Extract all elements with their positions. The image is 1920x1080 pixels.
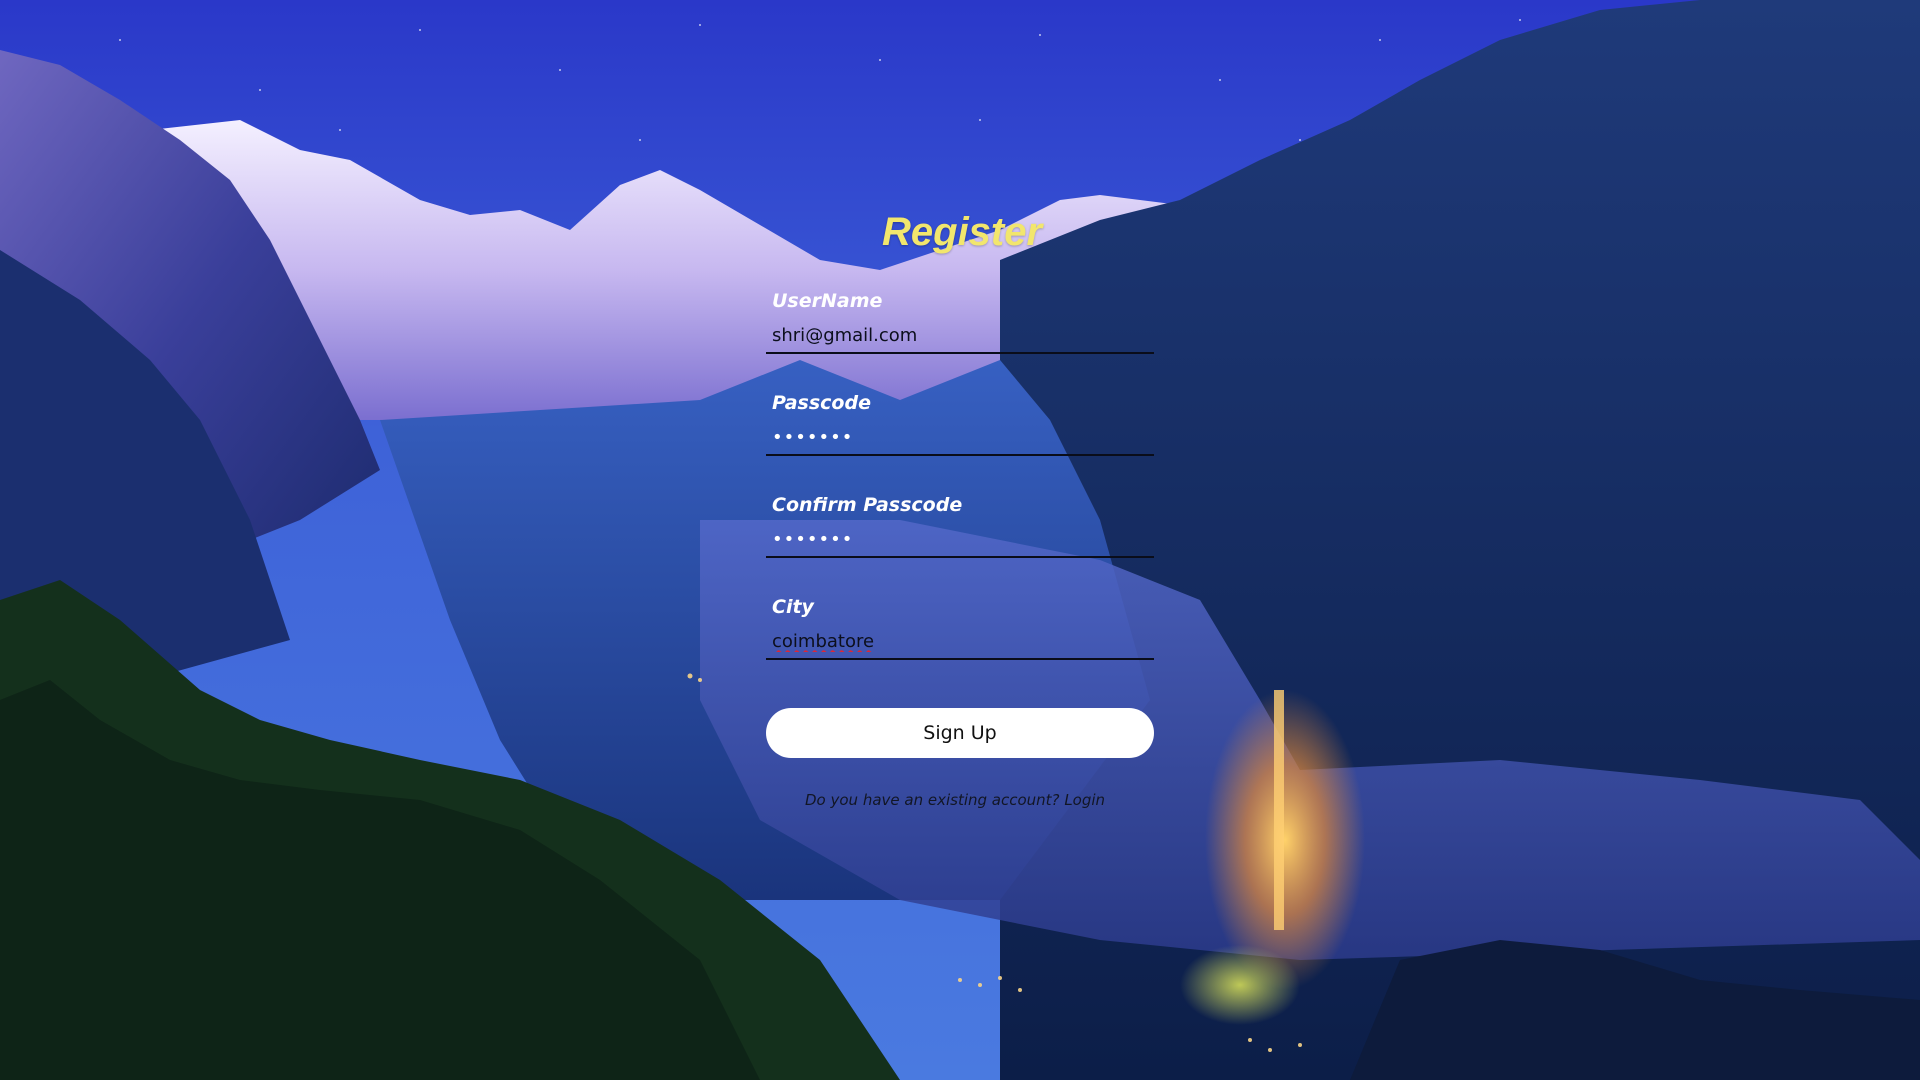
confirm-passcode-input[interactable]	[766, 522, 1154, 558]
passcode-label: Passcode	[772, 392, 871, 414]
city-label: City	[772, 596, 814, 618]
username-field: UserName	[766, 290, 1154, 362]
register-title: Register	[882, 210, 1043, 254]
existing-account-prompt: Do you have an existing account? Login	[805, 791, 1105, 809]
username-input[interactable]	[766, 318, 1154, 354]
existing-account-text: Do you have an existing account?	[805, 791, 1060, 809]
passcode-input[interactable]	[766, 420, 1154, 456]
city-input[interactable]	[766, 624, 1154, 660]
passcode-field: Passcode	[766, 392, 1154, 464]
confirm-passcode-label: Confirm Passcode	[772, 494, 963, 516]
login-link[interactable]: Login	[1064, 791, 1105, 809]
username-label: UserName	[772, 290, 883, 312]
sign-up-button[interactable]: Sign Up	[766, 708, 1154, 758]
city-field: City	[766, 596, 1154, 668]
confirm-passcode-field: Confirm Passcode	[766, 494, 1154, 566]
